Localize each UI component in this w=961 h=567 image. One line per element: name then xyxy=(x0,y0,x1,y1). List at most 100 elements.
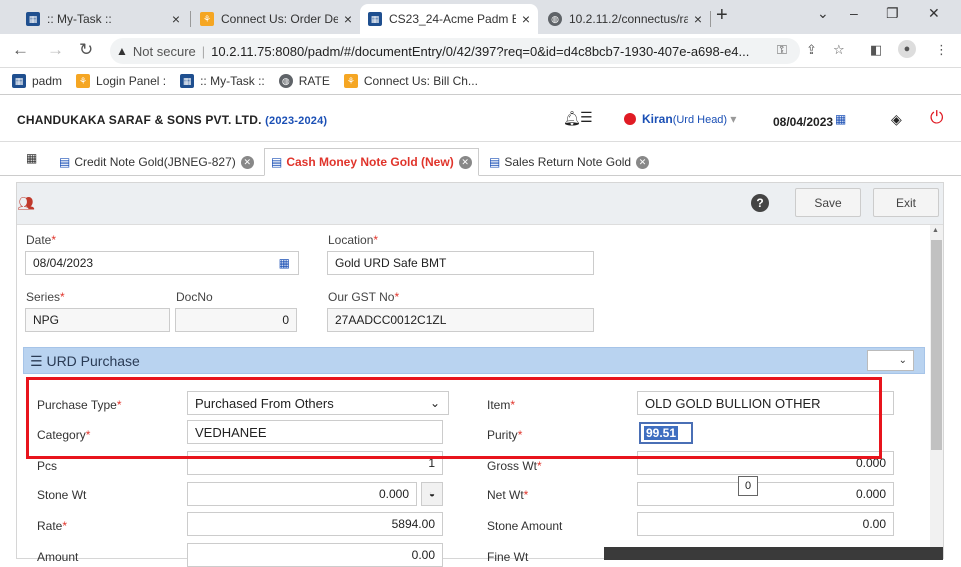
side-panel-icon[interactable]: ◧ xyxy=(870,42,882,58)
caret-down-icon: ▾ xyxy=(727,112,737,126)
gst-label: Our GST No* xyxy=(328,290,400,304)
user-menu[interactable]: Kiran(Urd Head) ▾ xyxy=(642,112,736,126)
urd-purchase-section-header[interactable]: ☰ URD Purchase ⌄ xyxy=(23,347,925,374)
vertical-scrollbar[interactable]: ▲ xyxy=(930,225,943,559)
bookmark-padm[interactable]: ▦ padm xyxy=(12,74,62,88)
rate-field[interactable]: 5894.00 xyxy=(187,512,443,536)
bookmark-login-panel[interactable]: ⚘ Login Panel : xyxy=(76,74,166,88)
users-icon: 👥︎ xyxy=(17,195,35,211)
save-button[interactable]: Save xyxy=(795,188,861,217)
bell-icon[interactable]: 🔔︎ xyxy=(563,110,581,127)
browser-tab-connect-us[interactable]: ⚘ Connect Us: Order Det × xyxy=(192,4,360,34)
gst-field[interactable]: 27AADCC0012C1ZL xyxy=(327,308,594,332)
window-close-icon[interactable]: ✕ xyxy=(928,5,940,22)
tab-label: Cash Money Note Gold (New) xyxy=(286,155,454,169)
chevron-down-icon: ⌄ xyxy=(898,355,907,366)
tab-credit-note-gold[interactable]: ▤ Credit Note Gold(JBNEG-827) ✕ xyxy=(53,148,260,176)
section-dropdown[interactable]: ⌄ xyxy=(867,350,914,371)
stone-wt-field[interactable]: 0.000 xyxy=(187,482,417,506)
calendar-icon[interactable]: ▦ xyxy=(835,112,846,126)
divider: | xyxy=(201,43,206,59)
close-icon[interactable]: × xyxy=(694,11,702,27)
tab-label: Sales Return Note Gold xyxy=(504,155,632,169)
browser-tab-padm-active[interactable]: ▦ CS23_24-Acme Padm E × xyxy=(360,4,538,34)
company-label: CHANDUKAKA SARAF & SONS PVT. LTD. xyxy=(17,113,262,127)
browser-tab-title: CS23_24-Acme Padm E xyxy=(389,12,516,26)
tab-search-chevron-icon[interactable]: ⌄ xyxy=(817,5,829,22)
share-icon[interactable]: ⇪ xyxy=(806,42,817,58)
location-label: Location* xyxy=(328,233,379,247)
tab-cash-money-note-gold[interactable]: ▤ Cash Money Note Gold (New) ✕ xyxy=(264,148,479,176)
user-role: (Urd Head) xyxy=(672,114,728,126)
scrollbar-thumb[interactable] xyxy=(931,240,942,450)
amount-field[interactable]: 0.00 xyxy=(187,543,443,567)
docno-field[interactable]: 0 xyxy=(175,308,297,332)
close-icon[interactable]: × xyxy=(172,11,180,27)
reload-icon[interactable]: ↻ xyxy=(79,40,93,60)
connectus-favicon-icon: ⚘ xyxy=(76,74,91,88)
address-bar[interactable]: ▲ Not secure | 10.2.11.75:8080/padm/#/do… xyxy=(110,38,800,64)
restore-icon[interactable]: ❐ xyxy=(886,5,899,22)
browser-tab-title: :: My-Task :: xyxy=(47,12,112,26)
bookmark-my-task[interactable]: ▦ :: My-Task :: xyxy=(180,74,265,88)
bookmark-label: padm xyxy=(32,74,63,88)
browser-tab-strip: ▦ :: My-Task :: × ⚘ Connect Us: Order De… xyxy=(0,0,961,34)
docno-label: DocNo xyxy=(176,290,213,304)
net-wt-field[interactable]: 0.000 xyxy=(637,482,894,506)
pcs-label: Pcs xyxy=(37,459,58,473)
browser-tab-my-task[interactable]: ▦ :: My-Task :: × xyxy=(18,4,188,34)
security-label: Not secure xyxy=(132,43,196,59)
browser-tab-title: Connect Us: Order Det xyxy=(221,12,338,26)
close-icon[interactable]: × xyxy=(522,11,530,27)
overlay-bar xyxy=(604,547,943,560)
forward-arrow-icon[interactable]: → xyxy=(47,40,64,60)
profile-avatar-icon[interactable]: ● xyxy=(898,40,916,58)
bookmark-connect-us-bill[interactable]: ⚘ Connect Us: Bill Ch... xyxy=(343,74,478,88)
browser-tab-connectus-ra[interactable]: ◍ 10.2.11.2/connectus/ra × xyxy=(540,4,710,34)
star-icon[interactable]: ☆ xyxy=(833,42,845,58)
document-form: 👥︎ ? Save Exit ▲ Date* 08/04/2023 ▦ Loca… xyxy=(16,182,944,567)
status-dot xyxy=(624,113,636,125)
document-tabs: ▦ ▤ Credit Note Gold(JBNEG-827) ✕ ▤ Cash… xyxy=(0,142,961,176)
form-toolbar: 👥︎ ? Save Exit xyxy=(17,183,943,225)
tab-label: Credit Note Gold(JBNEG-827) xyxy=(74,155,236,169)
location-field[interactable]: Gold URD Safe BMT xyxy=(327,251,594,275)
eye-slash-icon[interactable]: ◈ xyxy=(891,111,902,128)
stone-details-button[interactable]: ◒ xyxy=(421,482,443,506)
close-icon[interactable]: ✕ xyxy=(240,155,254,169)
bookmarks-bar: ▦ padm ⚘ Login Panel : ▦ :: My-Task :: ◍… xyxy=(0,68,961,95)
stone-amount-field[interactable]: 0.00 xyxy=(637,512,894,536)
series-field[interactable]: NPG xyxy=(25,308,170,332)
globe-icon: ◍ xyxy=(278,74,293,88)
bookmark-label: :: My-Task :: xyxy=(200,74,265,88)
browser-tab-title: 10.2.11.2/connectus/ra xyxy=(569,12,688,26)
tab-divider xyxy=(710,11,711,27)
help-button[interactable]: ? xyxy=(751,194,769,212)
close-icon[interactable]: × xyxy=(344,11,352,27)
warning-triangle-icon: ▲ xyxy=(116,44,128,58)
power-icon[interactable]: ⏻ xyxy=(930,108,943,128)
bookmark-rate[interactable]: ◍ RATE xyxy=(278,74,330,88)
new-tab-plus-icon[interactable]: + xyxy=(716,4,728,27)
key-icon[interactable]: ⚿ xyxy=(777,42,787,58)
rate-label: Rate* xyxy=(37,519,68,533)
menu-list-icon[interactable]: ☰ xyxy=(580,109,593,126)
grid-menu-icon[interactable]: ▦ xyxy=(26,151,37,165)
tab-sales-return-note-gold[interactable]: ▤ Sales Return Note Gold ✕ xyxy=(483,148,655,176)
scroll-up-arrow-icon[interactable]: ▲ xyxy=(932,227,939,234)
close-icon[interactable]: ✕ xyxy=(458,155,472,169)
minimize-icon[interactable]: – xyxy=(850,5,858,21)
value-tooltip: 0 xyxy=(738,476,758,496)
date-field[interactable]: 08/04/2023 ▦ xyxy=(25,251,299,275)
gross-wt-label: Gross Wt* xyxy=(487,459,542,473)
company-name: CHANDUKAKA SARAF & SONS PVT. LTD. (2023-… xyxy=(17,113,327,127)
close-icon[interactable]: ✕ xyxy=(636,155,650,169)
kebab-menu-icon[interactable]: ⋮ xyxy=(935,42,948,58)
back-arrow-icon[interactable]: ← xyxy=(12,40,29,60)
globe-icon: ◍ xyxy=(548,12,562,26)
calendar-icon[interactable]: ▦ xyxy=(279,256,290,270)
fine-wt-label: Fine Wt xyxy=(487,550,529,564)
url-text: 10.2.11.75:8080/padm/#/documentEntry/0/4… xyxy=(211,43,750,59)
browser-toolbar: ← → ↻ ▲ Not secure | 10.2.11.75:8080/pad… xyxy=(0,34,961,68)
exit-button[interactable]: Exit xyxy=(873,188,939,217)
